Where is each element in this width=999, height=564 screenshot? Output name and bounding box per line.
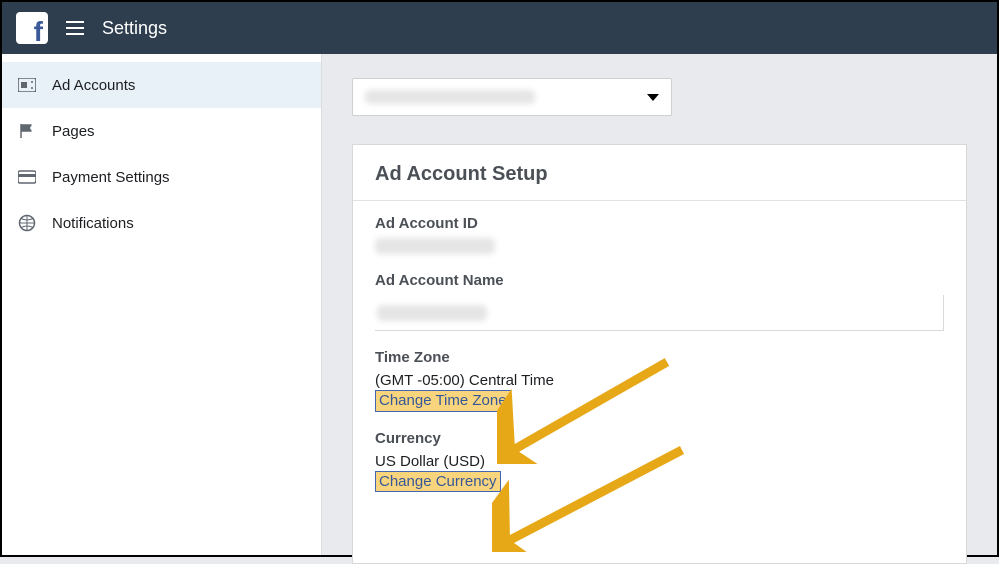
ad-account-name-input[interactable] <box>375 295 944 331</box>
sidebar-item-label: Payment Settings <box>52 169 170 186</box>
section-ad-account-name: Ad Account Name <box>375 272 944 331</box>
ad-account-name-label: Ad Account Name <box>375 272 944 289</box>
currency-value: US Dollar (USD) <box>375 453 944 470</box>
time-zone-value: (GMT -05:00) Central Time <box>375 372 944 389</box>
chevron-down-icon <box>647 94 659 101</box>
sidebar-item-pages[interactable]: Pages <box>2 108 321 154</box>
main-content: Ad Account Setup Ad Account ID Ad Accoun… <box>322 54 997 555</box>
sidebar-item-notifications[interactable]: Notifications <box>2 200 321 246</box>
change-currency-link[interactable]: Change Currency <box>375 471 501 493</box>
menu-icon[interactable] <box>66 21 84 35</box>
card-header: Ad Account Setup <box>353 145 966 201</box>
redacted-ad-account-id <box>375 238 495 254</box>
card-title: Ad Account Setup <box>375 163 944 186</box>
currency-label: Currency <box>375 430 944 447</box>
credit-card-icon <box>16 166 38 188</box>
redacted-ad-account-name <box>377 305 487 321</box>
sidebar-item-label: Notifications <box>52 215 134 232</box>
ad-account-setup-card: Ad Account Setup Ad Account ID Ad Accoun… <box>352 144 967 564</box>
section-time-zone: Time Zone (GMT -05:00) Central Time Chan… <box>375 349 944 412</box>
facebook-logo[interactable]: f <box>16 12 48 44</box>
flag-icon <box>16 120 38 142</box>
redacted-account-name <box>365 90 535 104</box>
account-selector[interactable] <box>352 78 672 116</box>
ad-account-id-label: Ad Account ID <box>375 215 944 232</box>
topbar: f Settings <box>2 2 997 54</box>
sidebar-item-label: Ad Accounts <box>52 77 135 94</box>
page-title: Settings <box>102 18 167 39</box>
globe-icon <box>16 212 38 234</box>
sidebar: Ad Accounts Pages Payment Settings Notif… <box>2 54 322 555</box>
section-ad-account-id: Ad Account ID <box>375 215 944 254</box>
sidebar-item-ad-accounts[interactable]: Ad Accounts <box>2 62 321 108</box>
sidebar-item-label: Pages <box>52 123 95 140</box>
section-currency: Currency US Dollar (USD) Change Currency <box>375 430 944 493</box>
ad-accounts-icon <box>16 74 38 96</box>
change-time-zone-link[interactable]: Change Time Zone <box>375 390 511 412</box>
sidebar-item-payment-settings[interactable]: Payment Settings <box>2 154 321 200</box>
time-zone-label: Time Zone <box>375 349 944 366</box>
